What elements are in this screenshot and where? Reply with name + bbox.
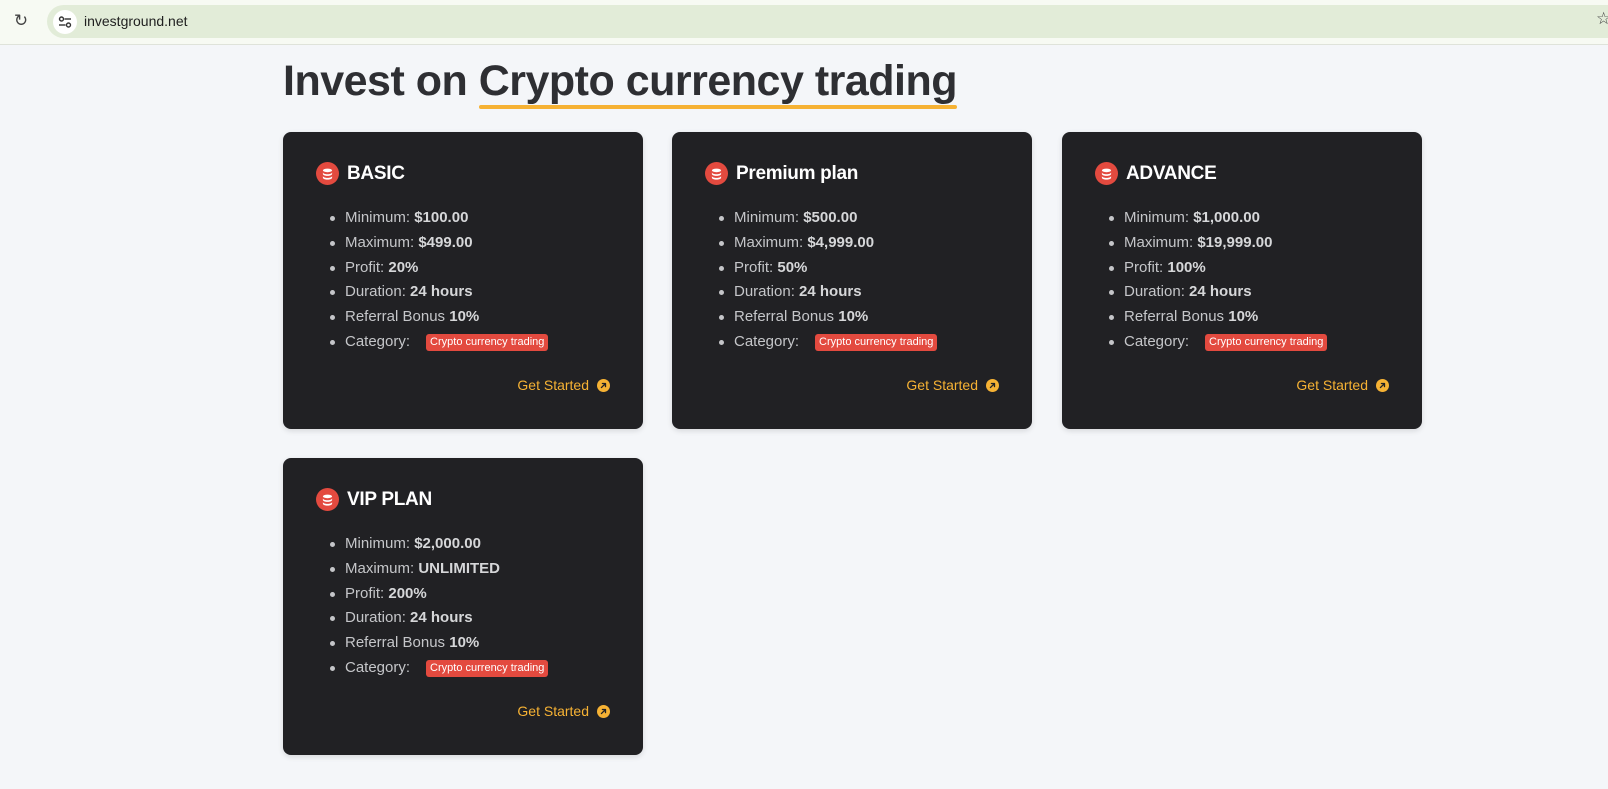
plan-minimum: Minimum: $1,000.00 — [1109, 206, 1414, 231]
star-icon[interactable]: ☆ — [1596, 10, 1608, 28]
plan-maximum: Maximum: $19,999.00 — [1109, 231, 1414, 256]
plan-card-basic: BASIC Minimum: $100.00 Maximum: $499.00 … — [283, 132, 643, 429]
plan-maximum: Maximum: $499.00 — [330, 231, 635, 256]
browser-toolbar: ↻ investground.net ☆ — [0, 0, 1608, 45]
category-badge: Crypto currency trading — [426, 659, 549, 677]
plan-card-premium: Premium plan Minimum: $500.00 Maximum: $… — [672, 132, 1032, 429]
plan-referral-value: 10% — [1228, 308, 1259, 326]
plan-maximum-value: $4,999.00 — [807, 233, 875, 251]
plan-maximum-value: $19,999.00 — [1197, 233, 1273, 251]
plan-category: Category: Crypto currency trading — [1109, 330, 1414, 355]
plan-profit: Profit: 50% — [719, 256, 1024, 281]
plan-header: ADVANCE — [1095, 162, 1217, 185]
plan-referral: Referral Bonus 10% — [1109, 305, 1414, 330]
plan-minimum: Minimum: $100.00 — [330, 206, 635, 231]
plan-minimum-value: $500.00 — [803, 209, 858, 226]
get-started-link[interactable]: Get Started — [1296, 376, 1389, 394]
plan-details-list: Minimum: $500.00 Maximum: $4,999.00 Prof… — [719, 206, 1024, 355]
arrow-up-right-circle-icon — [597, 704, 610, 718]
plan-duration: Duration: 24 hours — [719, 280, 1024, 305]
plan-name: Premium plan — [736, 162, 859, 184]
get-started-link[interactable]: Get Started — [906, 376, 999, 394]
plan-category: Category: Crypto currency trading — [330, 656, 635, 681]
plan-profit-value: 50% — [777, 258, 808, 276]
plan-name: BASIC — [347, 162, 405, 184]
plan-minimum: Minimum: $2,000.00 — [330, 532, 635, 557]
plan-details-list: Minimum: $100.00 Maximum: $499.00 Profit… — [330, 206, 635, 355]
get-started-link[interactable]: Get Started — [517, 376, 610, 394]
plan-duration-value: 24 hours — [410, 609, 473, 627]
plan-details-list: Minimum: $2,000.00 Maximum: UNLIMITED Pr… — [330, 532, 635, 681]
page-title: Invest on Crypto currency trading — [283, 56, 958, 109]
plan-duration: Duration: 24 hours — [330, 606, 635, 631]
page-title-prefix: Invest on — [283, 57, 468, 105]
arrow-up-right-circle-icon — [597, 378, 610, 392]
plan-referral: Referral Bonus 10% — [719, 305, 1024, 330]
plan-referral: Referral Bonus 10% — [330, 631, 635, 656]
plan-duration: Duration: 24 hours — [330, 280, 635, 305]
plan-header: Premium plan — [705, 162, 858, 185]
plan-profit-value: 20% — [388, 258, 419, 276]
plan-profit: Profit: 20% — [330, 256, 635, 281]
plan-details-list: Minimum: $1,000.00 Maximum: $19,999.00 P… — [1109, 206, 1414, 355]
get-started-label: Get Started — [517, 377, 589, 393]
plan-maximum-value: $499.00 — [418, 233, 473, 251]
tune-icon[interactable] — [53, 10, 77, 34]
arrow-up-right-circle-icon — [1376, 378, 1389, 392]
page-title-highlight: Crypto currency trading — [478, 57, 958, 109]
plan-duration: Duration: 24 hours — [1109, 280, 1414, 305]
plan-referral-value: 10% — [838, 308, 869, 326]
reload-icon[interactable]: ↻ — [12, 12, 30, 30]
plan-referral: Referral Bonus 10% — [330, 305, 635, 330]
plan-maximum: Maximum: $4,999.00 — [719, 231, 1024, 256]
plan-header: VIP PLAN — [316, 488, 432, 511]
plan-profit-value: 100% — [1167, 258, 1206, 276]
plan-category: Category: Crypto currency trading — [330, 330, 635, 355]
arrow-up-right-circle-icon — [986, 378, 999, 392]
plan-card-vip: VIP PLAN Minimum: $2,000.00 Maximum: UNL… — [283, 458, 643, 755]
database-icon — [316, 162, 339, 185]
plan-referral-value: 10% — [449, 634, 480, 652]
plan-duration-value: 24 hours — [799, 283, 862, 301]
get-started-link[interactable]: Get Started — [517, 702, 610, 720]
category-badge: Crypto currency trading — [426, 333, 549, 351]
get-started-label: Get Started — [517, 703, 589, 719]
plan-duration-value: 24 hours — [410, 283, 473, 301]
plan-minimum-value: $1,000.00 — [1193, 209, 1260, 226]
database-icon — [316, 488, 339, 511]
get-started-label: Get Started — [906, 377, 978, 393]
plan-duration-value: 24 hours — [1189, 283, 1252, 301]
plan-profit: Profit: 100% — [1109, 256, 1414, 281]
plan-maximum: Maximum: UNLIMITED — [330, 557, 635, 582]
plan-referral-value: 10% — [449, 308, 480, 326]
plan-maximum-value: UNLIMITED — [418, 559, 501, 577]
url-text[interactable]: investground.net — [84, 13, 188, 30]
category-badge: Crypto currency trading — [1205, 333, 1328, 351]
plan-name: VIP PLAN — [347, 488, 432, 510]
database-icon — [705, 162, 728, 185]
plan-minimum-value: $2,000.00 — [414, 535, 481, 552]
plan-profit: Profit: 200% — [330, 582, 635, 607]
plan-minimum: Minimum: $500.00 — [719, 206, 1024, 231]
category-badge: Crypto currency trading — [815, 333, 938, 351]
get-started-label: Get Started — [1296, 377, 1368, 393]
address-bar[interactable]: investground.net — [47, 5, 1608, 38]
database-icon — [1095, 162, 1118, 185]
plan-profit-value: 200% — [388, 584, 427, 602]
plan-name: ADVANCE — [1126, 162, 1217, 184]
plan-minimum-value: $100.00 — [414, 209, 469, 226]
plan-card-advance: ADVANCE Minimum: $1,000.00 Maximum: $19,… — [1062, 132, 1422, 429]
plan-category: Category: Crypto currency trading — [719, 330, 1024, 355]
plan-header: BASIC — [316, 162, 405, 185]
